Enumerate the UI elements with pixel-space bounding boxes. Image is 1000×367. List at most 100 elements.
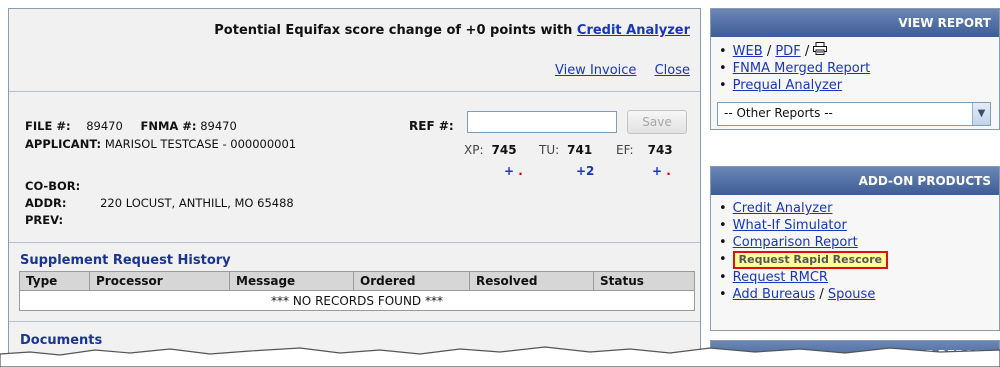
view-invoice-link[interactable]: View Invoice — [555, 63, 636, 78]
cobor-label: CO-BOR: — [25, 179, 81, 193]
bullet: • — [719, 78, 727, 93]
view-report-list: • WEB / PDF / • FNMA Merged Report • Prequa… — [711, 37, 999, 96]
pdf-link[interactable]: PDF — [775, 44, 800, 59]
col-status: Status — [593, 271, 695, 291]
fnma-label: FNMA #: — [140, 119, 197, 133]
add-on-products-box: ADD-ON PRODUCTS • Credit Analyzer • What-I… — [710, 166, 1000, 331]
xp-change-dot: . — [518, 164, 523, 178]
bullet: • — [719, 201, 727, 216]
divider — [9, 242, 700, 243]
ref-label: REF #: — [409, 119, 454, 133]
separator: / — [819, 287, 824, 302]
torn-edge-decoration — [0, 346, 1000, 367]
separator: / — [804, 44, 810, 59]
close-link[interactable]: Close — [655, 63, 690, 78]
list-item: • FNMA Merged Report — [719, 60, 991, 77]
file-label: FILE #: — [25, 119, 71, 133]
col-ordered: Ordered — [353, 271, 470, 291]
ef-label: EF: — [616, 143, 634, 157]
divider — [9, 321, 700, 322]
tu-change: +2 — [576, 164, 594, 178]
request-rapid-rescore-link[interactable]: Request Rapid Rescore — [732, 251, 889, 269]
bullet: • — [719, 270, 727, 285]
xp-change-value: + — [504, 164, 515, 178]
credit-analyzer-link[interactable]: Credit Analyzer — [733, 201, 833, 216]
ef-change: + . — [652, 164, 671, 178]
sidebar: VIEW REPORT • WEB / PDF / • FNMA Merged Re… — [710, 8, 1000, 367]
applicant-label: APPLICANT: — [25, 137, 102, 151]
spouse-link[interactable]: Spouse — [828, 287, 875, 302]
invoice-links: View Invoice Close — [541, 63, 690, 78]
ef-change-value: + — [652, 164, 663, 178]
add-on-products-list: • Credit Analyzer • What-If Simulator • Com… — [711, 195, 999, 305]
file-value: 89470 — [86, 119, 123, 133]
xp-value: 745 — [491, 143, 517, 157]
bullet: • — [719, 61, 727, 76]
bullet: • — [719, 287, 727, 302]
col-resolved: Resolved — [469, 271, 594, 291]
supplement-history-title: Supplement Request History — [20, 253, 231, 268]
chevron-down-icon[interactable]: ▼ — [972, 103, 990, 125]
prequal-analyzer-link[interactable]: Prequal Analyzer — [733, 78, 842, 93]
list-item: • Credit Analyzer — [719, 200, 991, 217]
list-item: • What-If Simulator — [719, 217, 991, 234]
applicant-row: APPLICANT: MARISOL TESTCASE - 000000001 — [25, 137, 296, 151]
no-records-message: *** NO RECORDS FOUND *** — [19, 290, 695, 311]
bullet: • — [719, 235, 727, 250]
report-main-panel: Potential Equifax score change of +0 poi… — [8, 8, 701, 367]
list-item: • Comparison Report — [719, 234, 991, 251]
list-item: • Request Rapid Rescore — [719, 251, 991, 269]
ef-value: 743 — [647, 143, 673, 157]
col-type: Type — [19, 271, 90, 291]
bullet: • — [719, 218, 727, 233]
xp-change: + . — [504, 164, 523, 178]
applicant-value: MARISOL TESTCASE - 000000001 — [104, 137, 297, 151]
divider — [9, 91, 700, 92]
view-report-header: VIEW REPORT — [711, 9, 999, 37]
list-item: • Request RMCR — [719, 269, 991, 286]
separator: / — [766, 44, 772, 59]
ef-score: EF: 743 — [616, 143, 673, 157]
save-button[interactable]: Save — [627, 110, 687, 134]
fnma-merged-report-link[interactable]: FNMA Merged Report — [733, 61, 871, 76]
col-message: Message — [229, 271, 354, 291]
printer-icon[interactable] — [813, 42, 828, 59]
view-report-box: VIEW REPORT • WEB / PDF / • FNMA Merged Re… — [710, 8, 1000, 130]
ref-input[interactable] — [467, 111, 617, 133]
add-bureaus-link[interactable]: Add Bureaus — [733, 287, 816, 302]
supplement-history-table: Type Processor Message Ordered Resolved … — [19, 271, 695, 311]
bullet: • — [719, 252, 727, 267]
addr-value: 220 LOCUST, ANTHILL, MO 65488 — [100, 196, 294, 210]
request-rmcr-link[interactable]: Request RMCR — [733, 270, 828, 285]
col-processor: Processor — [89, 271, 230, 291]
tu-change-value: +2 — [576, 164, 595, 178]
score-change-text: Potential Equifax score change of +0 poi… — [214, 23, 573, 38]
ef-change-dot: . — [666, 164, 671, 178]
prev-label: PREV: — [25, 213, 64, 227]
tu-score: TU: 741 — [539, 143, 592, 157]
bullet: • — [719, 44, 727, 59]
xp-label: XP: — [464, 143, 484, 157]
fnma-value: 89470 — [200, 119, 237, 133]
file-number-row: FILE #: 89470 FNMA #: 89470 — [25, 119, 237, 133]
xp-score: XP: 745 — [464, 143, 517, 157]
other-reports-value: -- Other Reports -- — [724, 106, 833, 120]
list-item: • Add Bureaus / Spouse — [719, 286, 991, 303]
credit-analyzer-title-link[interactable]: Credit Analyzer — [577, 23, 690, 38]
list-item: • WEB / PDF / — [719, 42, 991, 60]
web-link[interactable]: WEB — [733, 44, 763, 59]
score-change-title: Potential Equifax score change of +0 poi… — [214, 23, 690, 38]
cobor-row: CO-BOR: — [25, 179, 80, 193]
prev-row: PREV: — [25, 213, 63, 227]
tu-label: TU: — [539, 143, 560, 157]
addr-label: ADDR: — [25, 196, 67, 210]
table-header-row: Type Processor Message Ordered Resolved … — [19, 271, 695, 291]
other-reports-select[interactable]: -- Other Reports -- ▼ — [717, 102, 991, 126]
table-row: *** NO RECORDS FOUND *** — [19, 290, 695, 311]
list-item: • Prequal Analyzer — [719, 77, 991, 94]
addr-row: ADDR: 220 LOCUST, ANTHILL, MO 65488 — [25, 196, 294, 210]
comparison-report-link[interactable]: Comparison Report — [733, 235, 858, 250]
add-on-products-header: ADD-ON PRODUCTS — [711, 167, 999, 195]
what-if-simulator-link[interactable]: What-If Simulator — [733, 218, 847, 233]
tu-value: 741 — [567, 143, 593, 157]
